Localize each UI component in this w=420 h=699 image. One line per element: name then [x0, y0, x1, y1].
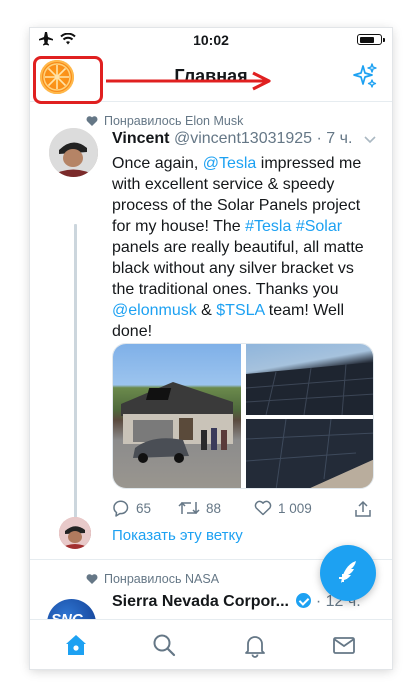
- thread-avatar[interactable]: [59, 517, 91, 549]
- author-handle[interactable]: @vincent13031925: [174, 130, 312, 147]
- thread-line: [74, 224, 77, 518]
- battery-icon: [357, 34, 385, 45]
- like-count: 1 009: [278, 500, 312, 516]
- status-time: 10:02: [193, 32, 229, 48]
- home-icon[interactable]: [63, 632, 89, 658]
- tweet-link[interactable]: @Tesla: [203, 155, 257, 172]
- tweet-header: Vincent @vincent13031925 · 7 ч.: [112, 130, 380, 148]
- share-button[interactable]: [354, 500, 372, 518]
- reply-button[interactable]: 65: [112, 500, 151, 517]
- reply-count: 65: [136, 501, 152, 516]
- liked-by-text-2: Понравилось NASA: [104, 572, 220, 586]
- profile-avatar-button[interactable]: [40, 60, 74, 94]
- tweet-link[interactable]: #Tesla: [245, 218, 291, 235]
- like-button[interactable]: 1 009: [254, 500, 312, 516]
- heart-icon: [86, 574, 98, 584]
- tweet-link[interactable]: $TSLA: [216, 302, 264, 319]
- retweet-icon: [178, 501, 200, 515]
- tweet-text: Once again, @Tesla impressed me with exc…: [112, 153, 378, 342]
- sparkle-icon[interactable]: [352, 63, 378, 89]
- tweet-link[interactable]: #Solar: [296, 218, 342, 235]
- tweet2-author-avatar[interactable]: SNC: [47, 599, 96, 619]
- media-photo-roof-1[interactable]: [245, 344, 373, 416]
- avatar-photo: [49, 128, 98, 177]
- arrow-annotation: [106, 71, 271, 91]
- reply-icon: [113, 500, 129, 517]
- like-icon: [254, 500, 272, 516]
- search-icon[interactable]: [151, 632, 177, 658]
- top-header: Главная: [30, 50, 392, 104]
- avatar-logo-text: SNC: [51, 611, 83, 619]
- verified-badge-icon: [296, 593, 312, 608]
- retweet-count: 88: [206, 500, 222, 516]
- media-photo-roof-2[interactable]: [245, 418, 373, 488]
- media-photo-house[interactable]: [113, 344, 241, 488]
- author2-name[interactable]: Sierra Nevada Corpor...: [112, 593, 289, 610]
- heart-icon: [86, 116, 98, 126]
- compose-icon: [339, 561, 356, 583]
- tweet-text-segment: &: [196, 302, 217, 319]
- tweet-link[interactable]: @elonmusk: [112, 302, 197, 319]
- liked-by-line: Понравилось Elon Musk: [86, 114, 243, 128]
- author-name[interactable]: Vincent: [112, 130, 170, 147]
- share-icon: [355, 500, 371, 517]
- liked-by-line-2: Понравилось NASA: [86, 572, 219, 586]
- chevron-down-icon[interactable]: [364, 136, 376, 144]
- retweet-button[interactable]: 88: [178, 500, 221, 516]
- compose-tweet-button[interactable]: [320, 545, 376, 601]
- mail-icon[interactable]: [331, 632, 357, 658]
- status-bar: 10:02: [30, 28, 392, 50]
- tweet-actions: 65 88 1 009: [112, 500, 380, 522]
- bell-icon[interactable]: [242, 632, 268, 658]
- tweet-text-segment: panels are really beautiful, all matte b…: [112, 239, 364, 298]
- bottom-tab-bar: [30, 619, 392, 669]
- tweet-media-grid[interactable]: [112, 343, 374, 489]
- timeline-feed[interactable]: Понравилось Elon Musk Vincent @vincent13…: [30, 103, 392, 619]
- show-thread-link[interactable]: Показать эту ветку: [112, 527, 243, 544]
- tweet-time: · 7 ч.: [316, 130, 353, 147]
- tweet-author-avatar[interactable]: [49, 128, 98, 177]
- tweet-text-segment: Once again,: [112, 155, 203, 172]
- liked-by-text: Понравилось Elon Musk: [104, 114, 244, 128]
- phone-screen: 10:02 Главная Понравилось Elon Musk Vinc…: [30, 28, 392, 669]
- orange-slice-icon: [43, 63, 71, 91]
